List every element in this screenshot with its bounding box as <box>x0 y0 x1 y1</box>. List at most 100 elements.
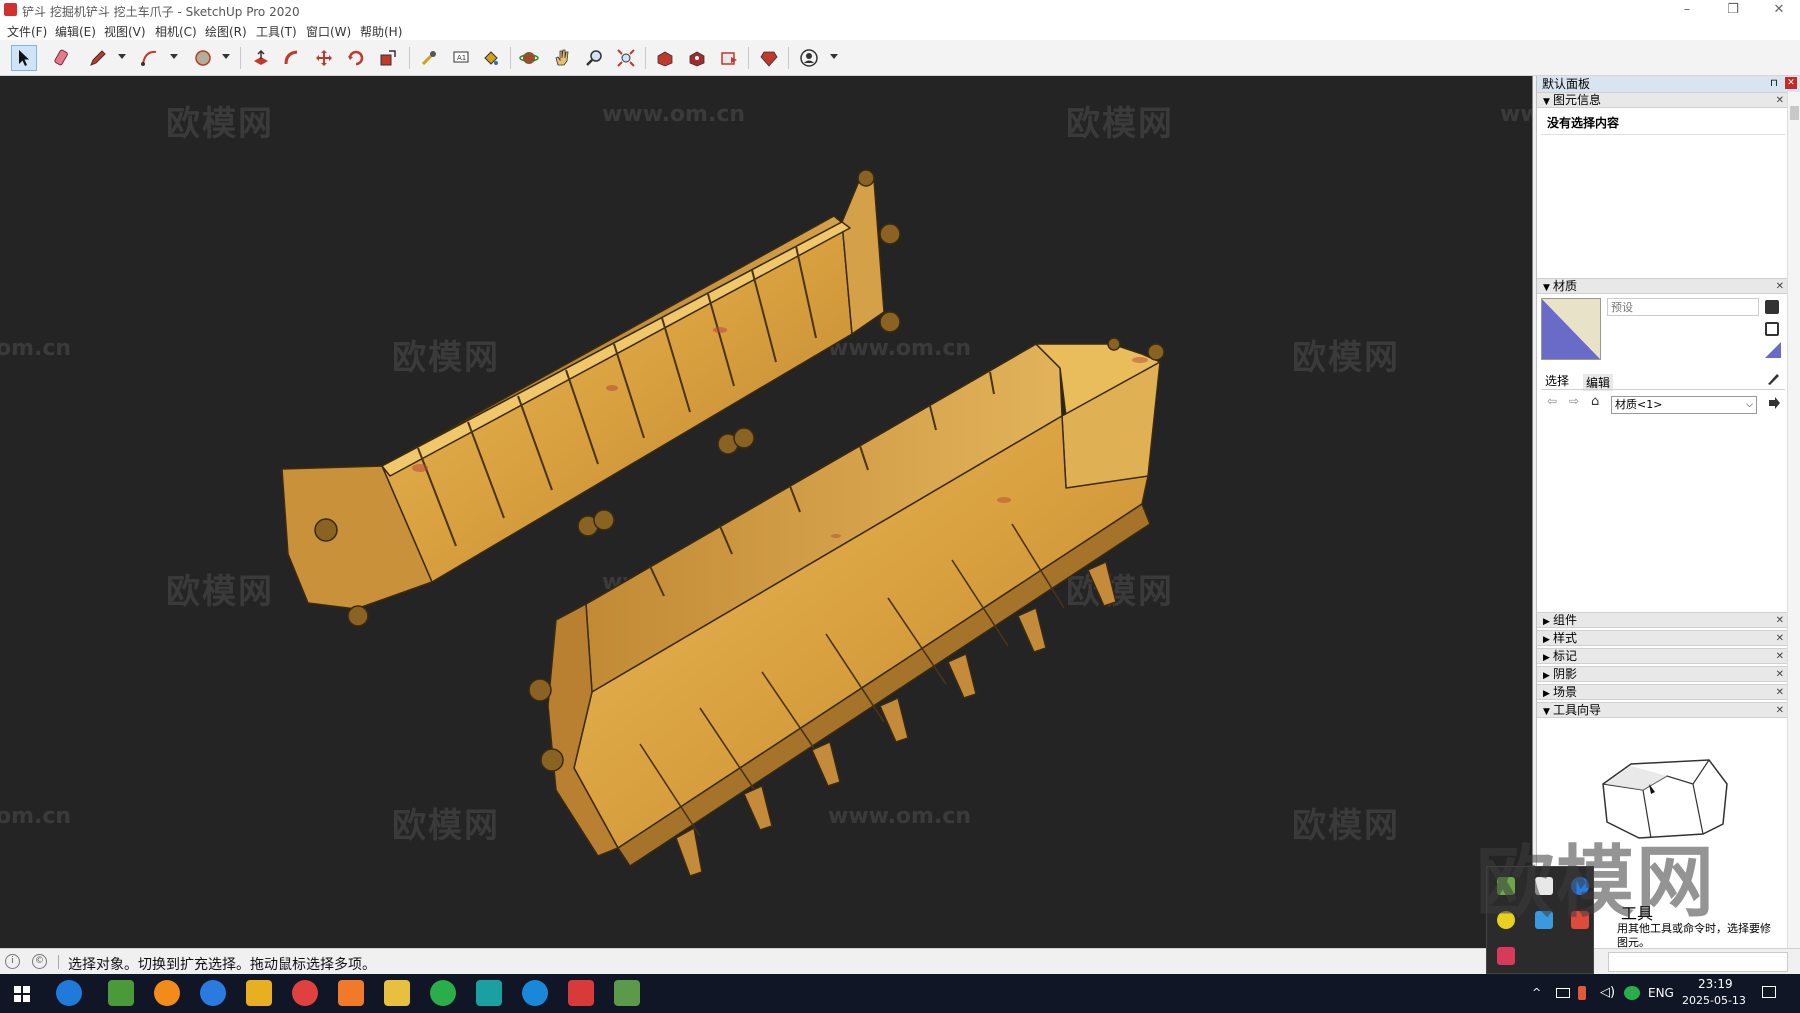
media-player-icon[interactable] <box>154 980 180 1006</box>
select-icon[interactable] <box>11 45 37 71</box>
3d-viewport[interactable]: 欧模网 www.om.cn 欧模网 www.om.cn om.cn 欧模网 ww… <box>0 76 1533 948</box>
material-name-input[interactable] <box>1607 298 1759 316</box>
orbit-icon[interactable] <box>516 45 542 71</box>
network-icon[interactable] <box>1556 988 1570 998</box>
3dsmax-icon[interactable] <box>476 980 502 1006</box>
account-dropdown-icon[interactable] <box>830 54 838 59</box>
arc-icon[interactable] <box>137 45 163 71</box>
pan-icon[interactable] <box>549 45 575 71</box>
menu-file[interactable]: 文件(F) <box>7 23 47 40</box>
tab-select[interactable]: 选择 <box>1545 372 1569 389</box>
panel-close-icon[interactable]: ✕ <box>1785 77 1797 89</box>
file-explorer-icon[interactable] <box>384 980 410 1006</box>
scrollbar-thumb[interactable] <box>1790 106 1799 120</box>
chrome-icon[interactable] <box>292 980 318 1006</box>
language-indicator[interactable]: ENG <box>1648 986 1674 1000</box>
clock-date[interactable]: 2025-05-13 <box>1682 994 1746 1007</box>
close-icon[interactable]: ✕ <box>1776 668 1784 682</box>
close-icon[interactable]: ✕ <box>1776 614 1784 628</box>
eraser-icon[interactable] <box>49 45 75 71</box>
text-icon[interactable]: A1 <box>448 45 474 71</box>
tray-app-icon[interactable] <box>1578 986 1586 1000</box>
account-icon[interactable] <box>796 45 822 71</box>
instructor-header[interactable]: ▼ 工具向导 ✕ <box>1537 702 1787 718</box>
sketchup-taskbar-icon[interactable] <box>568 980 594 1006</box>
close-icon[interactable]: ✕ <box>1776 94 1784 108</box>
restore-button[interactable]: ❐ <box>1710 0 1756 20</box>
zoom-icon[interactable] <box>581 45 607 71</box>
styles-header[interactable]: ▶ 样式 ✕ <box>1537 630 1787 646</box>
shadows-header[interactable]: ▶ 阴影 ✕ <box>1537 666 1787 682</box>
tray-chevron-up-icon[interactable]: ^ <box>1532 986 1541 999</box>
entity-info-header[interactable]: ▼ 图元信息 ✕ <box>1537 92 1787 108</box>
paint-bucket-icon[interactable] <box>478 45 504 71</box>
toolbar-separator <box>409 47 410 69</box>
tape-measure-icon[interactable] <box>416 45 442 71</box>
move-icon[interactable] <box>311 45 337 71</box>
close-icon[interactable]: ✕ <box>1776 650 1784 664</box>
video-app-icon[interactable] <box>246 980 272 1006</box>
menu-window[interactable]: 窗口(W) <box>306 23 351 40</box>
edge-browser-icon[interactable] <box>522 980 548 1006</box>
menu-edit[interactable]: 编辑(E) <box>55 23 96 40</box>
scale-icon[interactable] <box>375 45 401 71</box>
sample-paint-icon[interactable] <box>1765 370 1781 386</box>
push-pull-icon[interactable] <box>248 45 274 71</box>
materials-header[interactable]: ▼ 材质 ✕ <box>1537 278 1787 294</box>
volume-icon[interactable]: ◁) <box>1600 985 1615 1000</box>
close-icon[interactable]: ✕ <box>1776 704 1784 718</box>
components-header[interactable]: ▶ 组件 ✕ <box>1537 612 1787 628</box>
panel-scrollbar[interactable] <box>1787 92 1800 948</box>
back-arrow-icon[interactable]: ⇦ <box>1547 394 1557 408</box>
forward-arrow-icon[interactable]: ⇨ <box>1569 394 1579 408</box>
menu-tools[interactable]: 工具(T) <box>256 23 297 40</box>
home-icon[interactable]: ⌂ <box>1591 394 1599 409</box>
shape-dropdown-icon[interactable] <box>222 54 230 59</box>
menu-camera[interactable]: 相机(C) <box>155 23 197 40</box>
arc-dropdown-icon[interactable] <box>170 54 178 59</box>
minecraft-icon[interactable] <box>108 980 134 1006</box>
follow-me-icon[interactable] <box>279 45 305 71</box>
orange-app-icon[interactable] <box>338 980 364 1006</box>
menu-draw[interactable]: 绘图(R) <box>205 23 247 40</box>
tray-item-icon[interactable] <box>1497 947 1515 965</box>
credits-icon[interactable]: © <box>32 954 47 969</box>
rotate-icon[interactable] <box>343 45 369 71</box>
pencil-dropdown-icon[interactable] <box>118 54 126 59</box>
clock-time[interactable]: 23:19 <box>1698 977 1733 991</box>
close-icon[interactable]: ✕ <box>1776 632 1784 646</box>
measurements-box[interactable] <box>1608 952 1788 972</box>
geo-location-icon[interactable]: i <box>5 954 20 969</box>
default-material-icon[interactable] <box>1765 342 1781 358</box>
close-icon[interactable]: ✕ <box>1776 280 1784 294</box>
main-toolbar: A1 <box>0 40 1800 76</box>
menu-help[interactable]: 帮助(H) <box>360 23 402 40</box>
warehouse-icon[interactable] <box>652 45 678 71</box>
security-shield-icon[interactable] <box>200 980 226 1006</box>
details-arrow-icon[interactable] <box>1767 396 1781 410</box>
menu-view[interactable]: 视图(V) <box>104 23 146 40</box>
wechat-icon[interactable] <box>430 980 456 1006</box>
game-app-icon[interactable] <box>614 980 640 1006</box>
minimize-button[interactable]: – <box>1664 0 1710 20</box>
layout-icon[interactable] <box>716 45 742 71</box>
ie-browser-icon[interactable] <box>56 980 82 1006</box>
wechat-tray-icon[interactable] <box>1624 986 1640 1000</box>
panel-title-text: 默认面板 <box>1542 77 1591 91</box>
close-button[interactable]: ✕ <box>1756 0 1800 20</box>
pencil-icon[interactable] <box>85 45 111 71</box>
extension-warehouse-icon[interactable] <box>684 45 710 71</box>
pin-icon[interactable]: ⊓ <box>1770 76 1778 92</box>
collection-select[interactable]: 材质<1> ⌵ <box>1611 396 1757 414</box>
create-material-icon[interactable] <box>1765 300 1779 314</box>
notification-icon[interactable] <box>1762 986 1776 998</box>
bucket-models[interactable] <box>0 76 1533 948</box>
scenes-header[interactable]: ▶ 场景 ✕ <box>1537 684 1787 700</box>
close-icon[interactable]: ✕ <box>1776 686 1784 700</box>
windows-start-icon[interactable] <box>14 986 30 1002</box>
zoom-extents-icon[interactable] <box>613 45 639 71</box>
shape-icon[interactable] <box>190 45 216 71</box>
material-cube-icon[interactable] <box>1765 322 1779 336</box>
ruby-icon[interactable] <box>756 45 782 71</box>
tags-header[interactable]: ▶ 标记 ✕ <box>1537 648 1787 664</box>
